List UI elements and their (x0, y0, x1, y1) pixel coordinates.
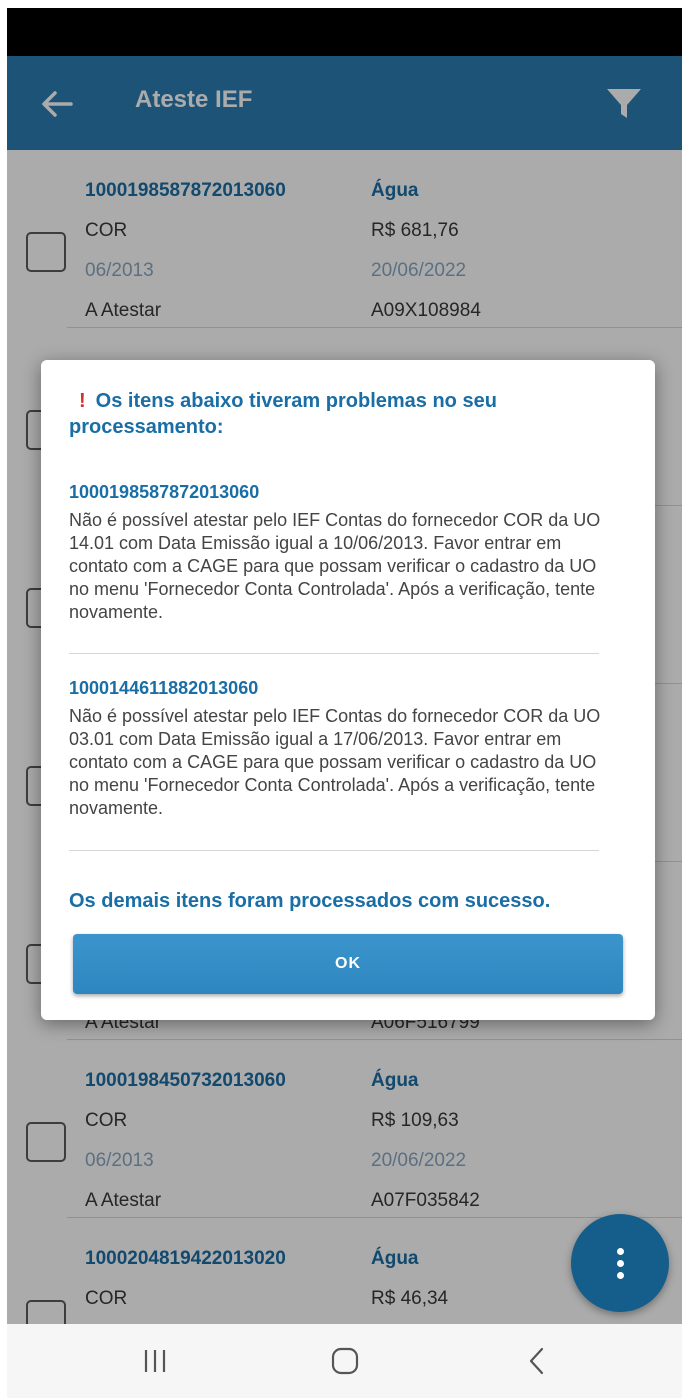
screen: Ateste IEF 1000198587872013060 Água COR … (7, 8, 682, 1398)
dialog-header: ! Os itens abaixo tiveram problemas no se… (69, 388, 629, 440)
dialog-footer: Os demais itens foram processados com su… (69, 890, 551, 912)
more-actions-button[interactable] (571, 1214, 669, 1312)
error-item-code: 1000144611882013060 (69, 678, 259, 698)
recent-apps-icon (144, 1350, 166, 1372)
warning-icon: ! (79, 390, 86, 412)
device-frame: Ateste IEF 1000198587872013060 Água COR … (0, 0, 682, 1398)
error-divider (69, 850, 599, 851)
system-nav-bar (7, 1324, 682, 1398)
back-chevron-icon (529, 1347, 544, 1375)
error-item-message: Não é possível atestar pelo IEF Contas d… (69, 510, 601, 622)
system-back-button[interactable] (507, 1338, 567, 1384)
dialog-title: Os itens abaixo tiveram problemas no seu… (69, 390, 497, 438)
home-icon (331, 1347, 359, 1375)
error-item-message: Não é possível atestar pelo IEF Contas d… (69, 706, 601, 818)
error-item: 1000198587872013060 Não é possível atest… (69, 482, 601, 624)
error-item-code: 1000198587872013060 (69, 482, 260, 502)
recent-apps-button[interactable] (125, 1338, 185, 1384)
error-dialog: ! Os itens abaixo tiveram problemas no se… (41, 360, 655, 1020)
error-divider (69, 653, 599, 654)
ok-button[interactable]: OK (73, 934, 623, 994)
error-item: 1000144611882013060 Não é possível atest… (69, 678, 601, 820)
home-button[interactable] (315, 1338, 375, 1384)
